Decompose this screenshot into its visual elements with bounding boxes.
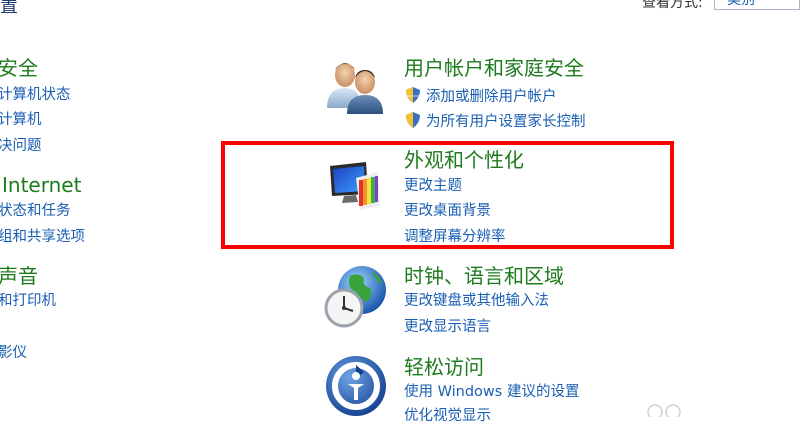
category-ease-of-access-title[interactable]: 轻松访问: [404, 355, 484, 379]
change-display-language-link[interactable]: 更改显示语言: [404, 318, 491, 336]
change-desktop-background-link[interactable]: 更改桌面背景: [404, 202, 491, 220]
parental-controls-label: 为所有用户设置家长控制: [426, 114, 586, 130]
left-category-security-title[interactable]: 安全: [0, 56, 38, 80]
view-by-value: 类别: [727, 0, 755, 8]
left-link-2[interactable]: 计算机: [0, 111, 42, 129]
parental-controls-link[interactable]: 为所有用户设置家长控制: [404, 111, 586, 131]
left-category-internet-title[interactable]: Internet: [2, 173, 81, 197]
category-appearance-title[interactable]: 外观和个性化: [404, 148, 524, 172]
adjust-resolution-link[interactable]: 调整屏幕分辨率: [404, 228, 506, 246]
windows-recommended-settings-link[interactable]: 使用 Windows 建议的设置: [404, 383, 579, 401]
left-link-7[interactable]: 影仪: [0, 344, 27, 362]
left-link-6[interactable]: 和打印机: [0, 292, 56, 310]
change-theme-link[interactable]: 更改主题: [404, 177, 462, 195]
category-clock-language-title[interactable]: 时钟、语言和区域: [404, 264, 564, 288]
uac-shield-icon: [404, 111, 422, 129]
left-link-5[interactable]: 组和共享选项: [0, 228, 85, 246]
page-title: 置: [0, 0, 18, 17]
left-link-3[interactable]: 决问题: [0, 137, 42, 155]
category-user-accounts-title[interactable]: 用户帐户和家庭安全: [404, 56, 584, 80]
ease-of-access-icon[interactable]: [324, 354, 388, 418]
uac-shield-icon: [404, 86, 422, 104]
monitor-palette-icon[interactable]: [326, 160, 386, 212]
view-by-label: 查看方式:: [642, 0, 703, 11]
watermark-icon: [646, 402, 686, 420]
left-link-4[interactable]: 状态和任务: [0, 202, 71, 220]
change-keyboard-input-link[interactable]: 更改键盘或其他输入法: [404, 292, 549, 310]
view-by-dropdown[interactable]: 类别: [714, 0, 800, 10]
users-icon[interactable]: [323, 58, 387, 114]
add-remove-user-label: 添加或删除用户帐户: [426, 89, 557, 105]
left-link-1[interactable]: 计算机状态: [0, 86, 71, 104]
left-category-sound-title[interactable]: 声音: [0, 264, 38, 288]
optimize-visual-display-link[interactable]: 优化视觉显示: [404, 407, 491, 425]
add-remove-user-link[interactable]: 添加或删除用户帐户: [404, 86, 557, 106]
globe-clock-icon[interactable]: [322, 262, 390, 332]
